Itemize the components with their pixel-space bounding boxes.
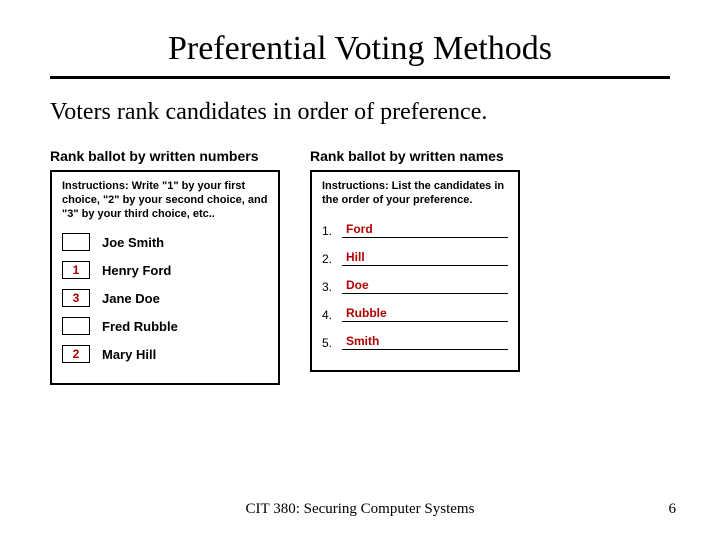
ballot-row: 1 Henry Ford bbox=[62, 261, 268, 279]
ordinal: 2. bbox=[322, 252, 342, 266]
rank-box: 3 bbox=[62, 289, 90, 307]
write-line: Smith bbox=[342, 332, 508, 350]
ordinal: 3. bbox=[322, 280, 342, 294]
rank-box: 1 bbox=[62, 261, 90, 279]
candidate-name: Henry Ford bbox=[102, 263, 171, 278]
candidate-name: Fred Rubble bbox=[102, 319, 178, 334]
ballot-row: 2 Mary Hill bbox=[62, 345, 268, 363]
ballot-row: 3. Doe bbox=[322, 276, 508, 294]
written-name: Hill bbox=[346, 250, 365, 265]
ballot-row: 3 Jane Doe bbox=[62, 289, 268, 307]
ballot-row: 5. Smith bbox=[322, 332, 508, 350]
ballot-numbers-heading: Rank ballot by written numbers bbox=[50, 148, 280, 164]
write-line: Rubble bbox=[342, 304, 508, 322]
candidate-name: Joe Smith bbox=[102, 235, 164, 250]
page-number: 6 bbox=[669, 501, 677, 518]
ballot-numbers-instructions: Instructions: Write "1" by your first ch… bbox=[62, 180, 268, 221]
ballot-numbers-box: Instructions: Write "1" by your first ch… bbox=[50, 170, 280, 385]
ballot-names-col: Rank ballot by written names Instruction… bbox=[310, 148, 520, 385]
title-rule bbox=[50, 76, 670, 79]
ballot-row: 1. Ford bbox=[322, 220, 508, 238]
ordinal: 5. bbox=[322, 336, 342, 350]
ballot-row: Joe Smith bbox=[62, 233, 268, 251]
ordinal: 1. bbox=[322, 224, 342, 238]
ballot-row: Fred Rubble bbox=[62, 317, 268, 335]
ballot-row: 2. Hill bbox=[322, 248, 508, 266]
slide-title: Preferential Voting Methods bbox=[60, 30, 660, 76]
ballot-row: 4. Rubble bbox=[322, 304, 508, 322]
written-name: Smith bbox=[346, 334, 379, 349]
write-line: Doe bbox=[342, 276, 508, 294]
candidate-name: Mary Hill bbox=[102, 347, 156, 362]
write-line: Hill bbox=[342, 248, 508, 266]
ballots-container: Rank ballot by written numbers Instructi… bbox=[50, 148, 680, 385]
ordinal: 4. bbox=[322, 308, 342, 322]
ballot-names-heading: Rank ballot by written names bbox=[310, 148, 520, 164]
candidate-name: Jane Doe bbox=[102, 291, 160, 306]
rank-box bbox=[62, 317, 90, 335]
written-name: Rubble bbox=[346, 306, 387, 321]
rank-box: 2 bbox=[62, 345, 90, 363]
ballot-names-box: Instructions: List the candidates in the… bbox=[310, 170, 520, 372]
ballot-names-instructions: Instructions: List the candidates in the… bbox=[322, 180, 508, 208]
footer-text: CIT 380: Securing Computer Systems bbox=[0, 501, 720, 518]
written-name: Ford bbox=[346, 222, 373, 237]
rank-box bbox=[62, 233, 90, 251]
written-name: Doe bbox=[346, 278, 369, 293]
ballot-numbers-col: Rank ballot by written numbers Instructi… bbox=[50, 148, 280, 385]
slide-subtitle: Voters rank candidates in order of prefe… bbox=[50, 99, 670, 126]
write-line: Ford bbox=[342, 220, 508, 238]
